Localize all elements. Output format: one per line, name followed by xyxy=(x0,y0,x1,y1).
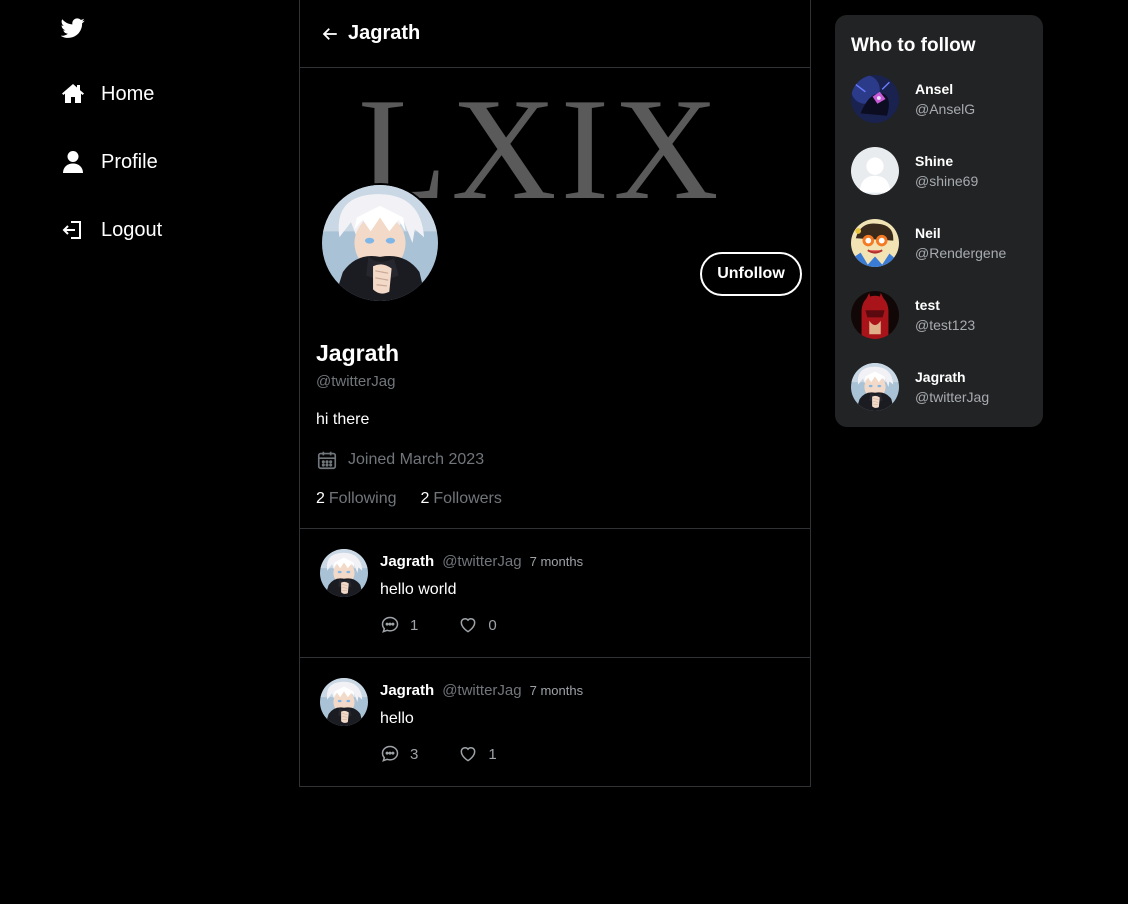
avatar xyxy=(851,291,899,339)
home-icon xyxy=(61,82,85,106)
follow-suggestion[interactable]: test @test123 xyxy=(851,290,1031,340)
suggestion-name: Neil xyxy=(915,225,941,241)
heart-icon xyxy=(458,744,478,764)
profile-column: Jagrath LXIX Unfollow Jagrath @twitterJa… xyxy=(299,0,811,787)
suggestion-handle: @Rendergene xyxy=(915,245,1007,261)
suggestion-text: test @test123 xyxy=(915,297,975,333)
like-button[interactable]: 1 xyxy=(458,744,497,764)
sidebar-nav: Home Profile Logout xyxy=(0,0,299,904)
profile-info: Jagrath @twitterJag hi there Joined Marc… xyxy=(316,340,796,508)
tweet-author-handle: @twitterJag xyxy=(442,553,522,570)
tweet[interactable]: Jagrath @twitterJag 7 months hello world… xyxy=(300,529,810,658)
avatar[interactable] xyxy=(320,549,368,597)
twitter-bird-icon[interactable] xyxy=(60,16,85,40)
tweet-author-name[interactable]: Jagrath xyxy=(380,682,434,699)
follow-suggestion[interactable]: Jagrath @twitterJag xyxy=(851,362,1031,412)
tweet-actions: 3 1 xyxy=(380,744,537,764)
nav-home[interactable]: Home xyxy=(61,74,154,114)
profile-header: Jagrath xyxy=(300,0,810,68)
following-label: Following xyxy=(328,490,397,507)
tweet[interactable]: Jagrath @twitterJag 7 months hello 3 1 xyxy=(300,658,810,787)
calendar-icon xyxy=(316,449,338,471)
nav-home-label: Home xyxy=(101,82,155,105)
avatar xyxy=(851,75,899,123)
comment-icon xyxy=(380,744,400,764)
tweet-text: hello xyxy=(380,710,414,727)
header-title: Jagrath xyxy=(348,22,421,44)
profile-avatar xyxy=(320,183,440,303)
suggestion-name: Jagrath xyxy=(915,369,966,385)
follow-suggestion[interactable]: Shine @shine69 xyxy=(851,146,1031,196)
nav-logout-label: Logout xyxy=(101,218,163,241)
profile-handle: @twitterJag xyxy=(316,373,396,390)
arrow-left-icon[interactable] xyxy=(320,24,340,44)
nav-profile[interactable]: Profile xyxy=(61,142,158,182)
comment-icon xyxy=(380,615,400,635)
avatar xyxy=(851,147,899,195)
follow-suggestion[interactable]: Neil @Rendergene xyxy=(851,218,1031,268)
avatar[interactable] xyxy=(320,678,368,726)
suggestion-handle: @AnselG xyxy=(915,101,976,117)
tweet-author-handle: @twitterJag xyxy=(442,682,522,699)
profile-stats: 2 Following 2 Followers xyxy=(316,490,796,508)
nav-logout[interactable]: Logout xyxy=(61,210,162,250)
suggestion-name: Ansel xyxy=(915,81,954,97)
suggestion-handle: @test123 xyxy=(915,317,976,333)
suggestion-text: Jagrath @twitterJag xyxy=(915,369,989,405)
following-count: 2 xyxy=(316,490,325,507)
suggestion-name: Shine xyxy=(915,153,954,169)
suggestion-text: Shine @shine69 xyxy=(915,153,978,189)
tweet-header: Jagrath @twitterJag 7 months xyxy=(380,682,583,699)
reply-button[interactable]: 3 xyxy=(380,744,418,764)
tweet-time: 7 months xyxy=(529,554,584,569)
profile-name: Jagrath xyxy=(316,340,400,366)
who-to-follow-card: Who to follow Ansel @AnselG Shine @shine… xyxy=(835,15,1043,427)
profile-joined: Joined March 2023 xyxy=(316,449,796,471)
heart-icon xyxy=(458,615,478,635)
avatar xyxy=(851,219,899,267)
tweet-header: Jagrath @twitterJag 7 months xyxy=(380,553,583,570)
who-to-follow-title: Who to follow xyxy=(851,35,976,56)
followers-label: Followers xyxy=(433,490,502,507)
followers-count: 2 xyxy=(420,490,430,507)
tweet-text: hello world xyxy=(380,581,457,598)
reply-count: 1 xyxy=(410,616,419,634)
tweet-author-name[interactable]: Jagrath xyxy=(380,553,434,570)
following-link[interactable]: 2 Following xyxy=(316,490,397,508)
unfollow-button[interactable]: Unfollow xyxy=(700,252,802,296)
suggestion-text: Ansel @AnselG xyxy=(915,81,975,117)
suggestion-name: test xyxy=(915,297,940,313)
profile-bio: hi there xyxy=(316,411,370,428)
joined-text: Joined March 2023 xyxy=(348,451,485,468)
reply-button[interactable]: 1 xyxy=(380,615,418,635)
logout-icon xyxy=(61,218,85,242)
like-button[interactable]: 0 xyxy=(458,615,497,635)
suggestion-handle: @twitterJag xyxy=(915,389,990,405)
followers-link[interactable]: 2 Followers xyxy=(421,490,502,508)
tweet-actions: 1 0 xyxy=(380,615,537,635)
user-icon xyxy=(61,150,85,174)
tweet-feed: Jagrath @twitterJag 7 months hello world… xyxy=(300,528,810,787)
follow-suggestion[interactable]: Ansel @AnselG xyxy=(851,74,1031,124)
like-count: 0 xyxy=(488,616,497,634)
avatar xyxy=(851,363,899,411)
suggestion-text: Neil @Rendergene xyxy=(915,225,1006,261)
reply-count: 3 xyxy=(410,745,419,763)
tweet-time: 7 months xyxy=(529,683,584,698)
like-count: 1 xyxy=(488,745,497,763)
suggestion-handle: @shine69 xyxy=(915,173,979,189)
nav-profile-label: Profile xyxy=(101,150,158,173)
